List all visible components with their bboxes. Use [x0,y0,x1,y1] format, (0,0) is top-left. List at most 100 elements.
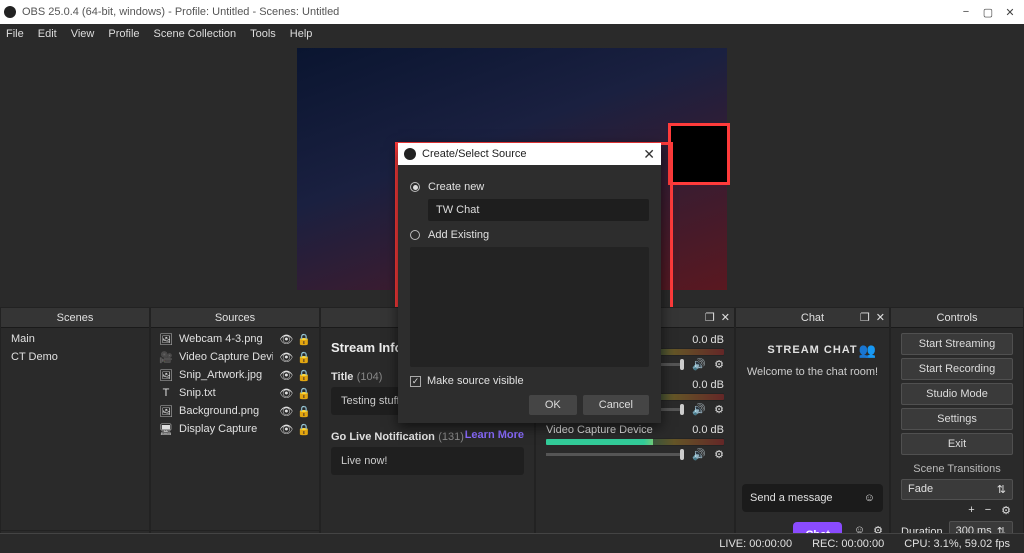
existing-sources-list[interactable] [410,247,649,367]
source-type-icon: 🖼 [159,333,173,346]
status-bar: LIVE: 00:00:00 REC: 00:00:00 CPU: 3.1%, … [0,533,1024,553]
visibility-icon[interactable]: 👁 [279,405,293,418]
menu-tools[interactable]: Tools [250,28,276,40]
dialog-close-button[interactable]: ✕ [643,146,655,163]
status-live: LIVE: 00:00:00 [719,538,792,550]
source-item[interactable]: TSnip.txt👁🔒 [153,384,317,402]
source-label: Background.png [179,405,273,417]
users-icon[interactable]: 👥 [859,342,877,359]
menu-help[interactable]: Help [290,28,313,40]
minimize-button[interactable]: − [956,3,976,21]
cancel-button[interactable]: Cancel [583,395,649,415]
volume-slider[interactable] [546,453,684,456]
start-recording-button[interactable]: Start Recording [901,358,1013,380]
notify-count: (131) [438,431,464,443]
stream-chat-header: STREAM CHAT [767,344,857,356]
add-existing-radio[interactable]: Add Existing [410,229,649,241]
visibility-icon[interactable]: 👁 [279,387,293,400]
source-item[interactable]: 🖼 Background.png 👁 🔒 [153,402,317,420]
checkbox-checked-icon: ✓ [410,376,421,387]
source-label: Display Capture [179,423,273,435]
source-label: Video Capture Device [179,351,273,363]
sources-title: Sources [215,312,255,324]
transition-settings-button[interactable]: ⚙ [1001,504,1011,517]
popout-icon[interactable]: ❐ [860,311,870,324]
visibility-icon[interactable]: 👁 [279,423,293,436]
popout-icon[interactable]: ❐ [705,311,715,324]
close-icon[interactable]: ✕ [876,311,885,324]
scene-transitions-label: Scene Transitions [893,463,1021,475]
chat-panel: Chat ❐ ✕ STREAM CHAT👥 Welcome to the chat … [735,307,890,553]
visibility-icon[interactable]: 👁 [279,333,293,346]
menu-profile[interactable]: Profile [108,28,139,40]
gear-icon[interactable]: ⚙ [714,358,724,371]
gear-icon[interactable]: ⚙ [714,448,724,461]
source-label: Webcam 4-3.png [179,333,273,345]
radio-selected-icon [410,182,420,192]
create-source-dialog: Create/Select Source ✕ Create new TW Cha… [398,143,661,423]
lock-icon[interactable]: 🔒 [297,387,311,400]
scene-item[interactable]: Main [3,330,147,348]
lock-icon[interactable]: 🔒 [297,405,311,418]
controls-title: Controls [937,312,978,324]
mixer-track: Video Capture Device0.0 dB🔊⚙ [538,420,732,465]
notify-label: Go Live Notification [331,431,435,443]
controls-panel: Controls Start Streaming Start Recording… [890,307,1024,553]
chat-input[interactable]: Send a message☺ [742,484,883,512]
source-type-icon: 🖼 [159,369,173,382]
close-button[interactable]: ✕ [1000,3,1020,21]
make-visible-checkbox[interactable]: ✓Make source visible [410,375,649,387]
source-item[interactable]: 🖼 Webcam 4-3.png 👁 🔒 [153,330,317,348]
maximize-button[interactable]: ▢ [978,3,998,21]
add-transition-button[interactable]: + [968,504,974,517]
source-label: Snip_Artwork.jpg [179,369,273,381]
title-label: Title [331,371,353,383]
start-streaming-button[interactable]: Start Streaming [901,333,1013,355]
track-db: 0.0 dB [692,379,724,391]
visibility-icon[interactable]: 👁 [279,351,293,364]
source-type-icon: 🖼 [159,405,173,418]
settings-button[interactable]: Settings [901,408,1013,430]
create-new-radio[interactable]: Create new [410,181,649,193]
menu-file[interactable]: File [6,28,24,40]
close-icon[interactable]: ✕ [721,311,730,324]
learn-more-link[interactable]: Learn More [465,429,524,441]
speaker-icon[interactable]: 🔊 [692,403,706,416]
menubar: File Edit View Profile Scene Collection … [0,24,1024,44]
speaker-icon[interactable]: 🔊 [692,448,706,461]
notify-input[interactable]: Live now! [331,447,524,475]
chat-welcome: Welcome to the chat room! [746,366,879,378]
source-item[interactable]: 🖥 Display Capture 👁 🔒 [153,420,317,438]
chat-title: Chat [801,312,824,324]
source-type-icon: T [159,387,173,399]
source-type-icon: 🖥 [159,423,173,436]
menu-scene-collection[interactable]: Scene Collection [154,28,237,40]
dialog-icon [404,148,416,160]
lock-icon[interactable]: 🔒 [297,369,311,382]
track-db: 0.0 dB [692,424,724,436]
menu-edit[interactable]: Edit [38,28,57,40]
lock-icon[interactable]: 🔒 [297,423,311,436]
ok-button[interactable]: OK [529,395,577,415]
studio-mode-button[interactable]: Studio Mode [901,383,1013,405]
lock-icon[interactable]: 🔒 [297,333,311,346]
source-item[interactable]: 🎥Video Capture Device👁🔒 [153,348,317,366]
audio-meter [546,439,724,445]
speaker-icon[interactable]: 🔊 [692,358,706,371]
menu-view[interactable]: View [71,28,95,40]
status-cpu: CPU: 3.1%, 59.02 fps [904,538,1010,550]
emoji-picker-icon[interactable]: ☺ [864,492,875,504]
lock-icon[interactable]: 🔒 [297,351,311,364]
remove-transition-button[interactable]: − [985,504,991,517]
gear-icon[interactable]: ⚙ [714,403,724,416]
window-title: OBS 25.0.4 (64-bit, windows) - Profile: … [22,6,956,18]
status-rec: REC: 00:00:00 [812,538,884,550]
transition-select[interactable]: Fade⇅ [901,479,1013,500]
scenes-panel: Scenes Main CT Demo + − ∧ ∨ [0,307,150,553]
source-item[interactable]: 🖼 Snip_Artwork.jpg 👁 🔒 [153,366,317,384]
exit-button[interactable]: Exit [901,433,1013,455]
source-name-input[interactable]: TW Chat [428,199,649,221]
scene-item[interactable]: CT Demo [3,348,147,366]
visibility-icon[interactable]: 👁 [279,369,293,382]
chevron-updown-icon: ⇅ [997,483,1006,496]
